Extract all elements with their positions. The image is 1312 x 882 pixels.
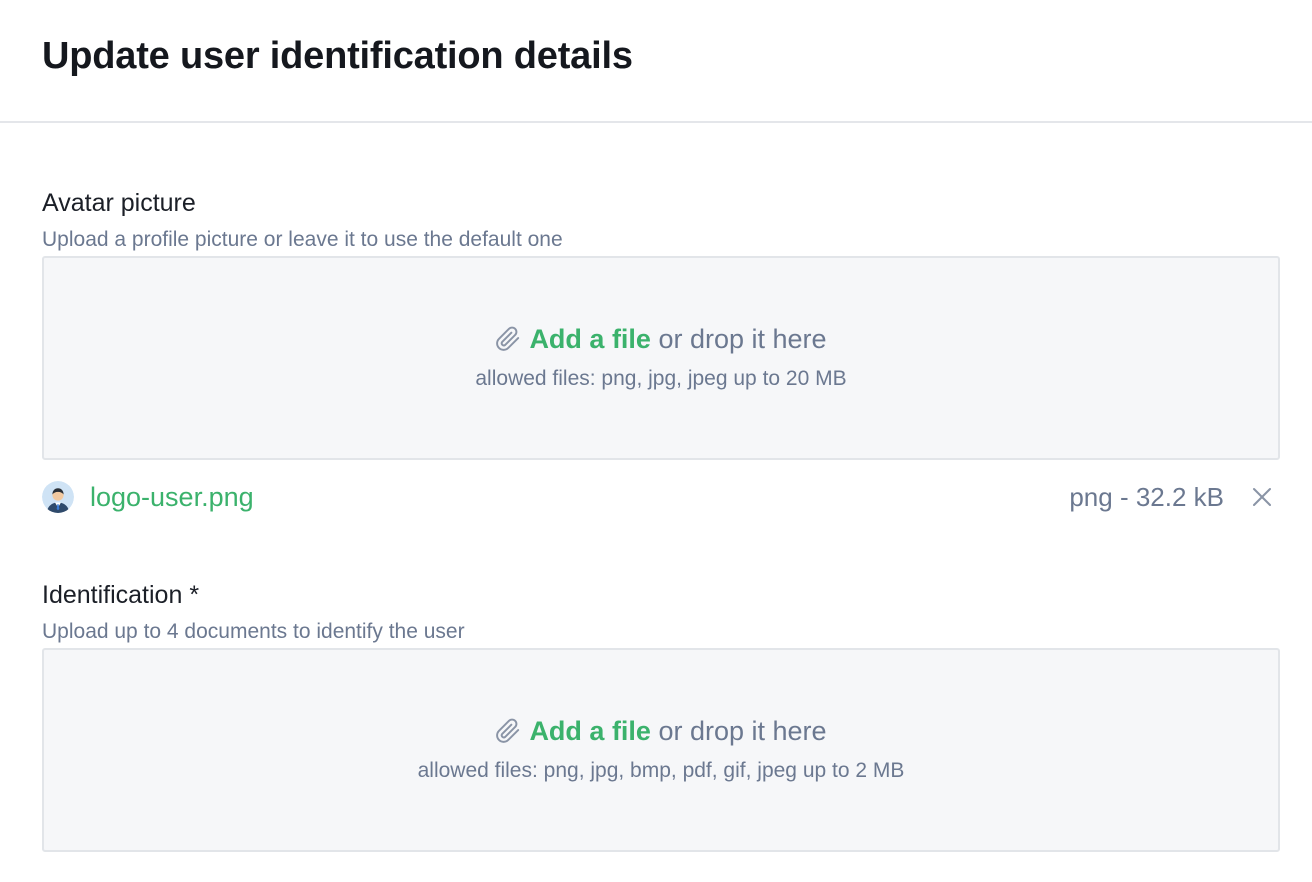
paperclip-icon	[496, 718, 520, 743]
identification-add-file-link[interactable]: Add a file	[529, 716, 651, 746]
avatar-allowed-files: allowed files: png, jpg, jpeg up to 20 M…	[475, 367, 847, 390]
avatar-dropzone-prompt: Add a file or drop it here	[44, 322, 1278, 356]
avatar-field-label: Avatar picture	[42, 189, 196, 217]
uploaded-file-meta: png - 32.2 kB	[1069, 482, 1224, 512]
avatar-add-file-link[interactable]: Add a file	[529, 324, 651, 354]
uploaded-file-row: logo-user.png png - 32.2 kB	[42, 479, 1280, 515]
identification-dropzone[interactable]: Add a file or drop it here allowed files…	[42, 648, 1280, 852]
identification-field-hint: Upload up to 4 documents to identify the…	[42, 620, 465, 643]
avatar-field-hint: Upload a profile picture or leave it to …	[42, 228, 563, 251]
paperclip-icon	[496, 326, 520, 351]
identification-field-label: Identification *	[42, 581, 200, 609]
avatar-drop-text: or drop it here	[650, 324, 827, 354]
close-icon[interactable]	[1250, 485, 1274, 509]
identification-dropzone-prompt: Add a file or drop it here	[44, 714, 1278, 748]
page-title: Update user identification details	[42, 35, 633, 77]
uploaded-file-name[interactable]: logo-user.png	[90, 479, 254, 515]
identification-allowed-files: allowed files: png, jpg, bmp, pdf, gif, …	[417, 759, 905, 782]
identification-drop-text: or drop it here	[650, 716, 827, 746]
avatar-dropzone[interactable]: Add a file or drop it here allowed files…	[42, 256, 1280, 460]
user-avatar-icon	[42, 481, 74, 513]
page-header: Update user identification details	[0, 0, 1312, 123]
